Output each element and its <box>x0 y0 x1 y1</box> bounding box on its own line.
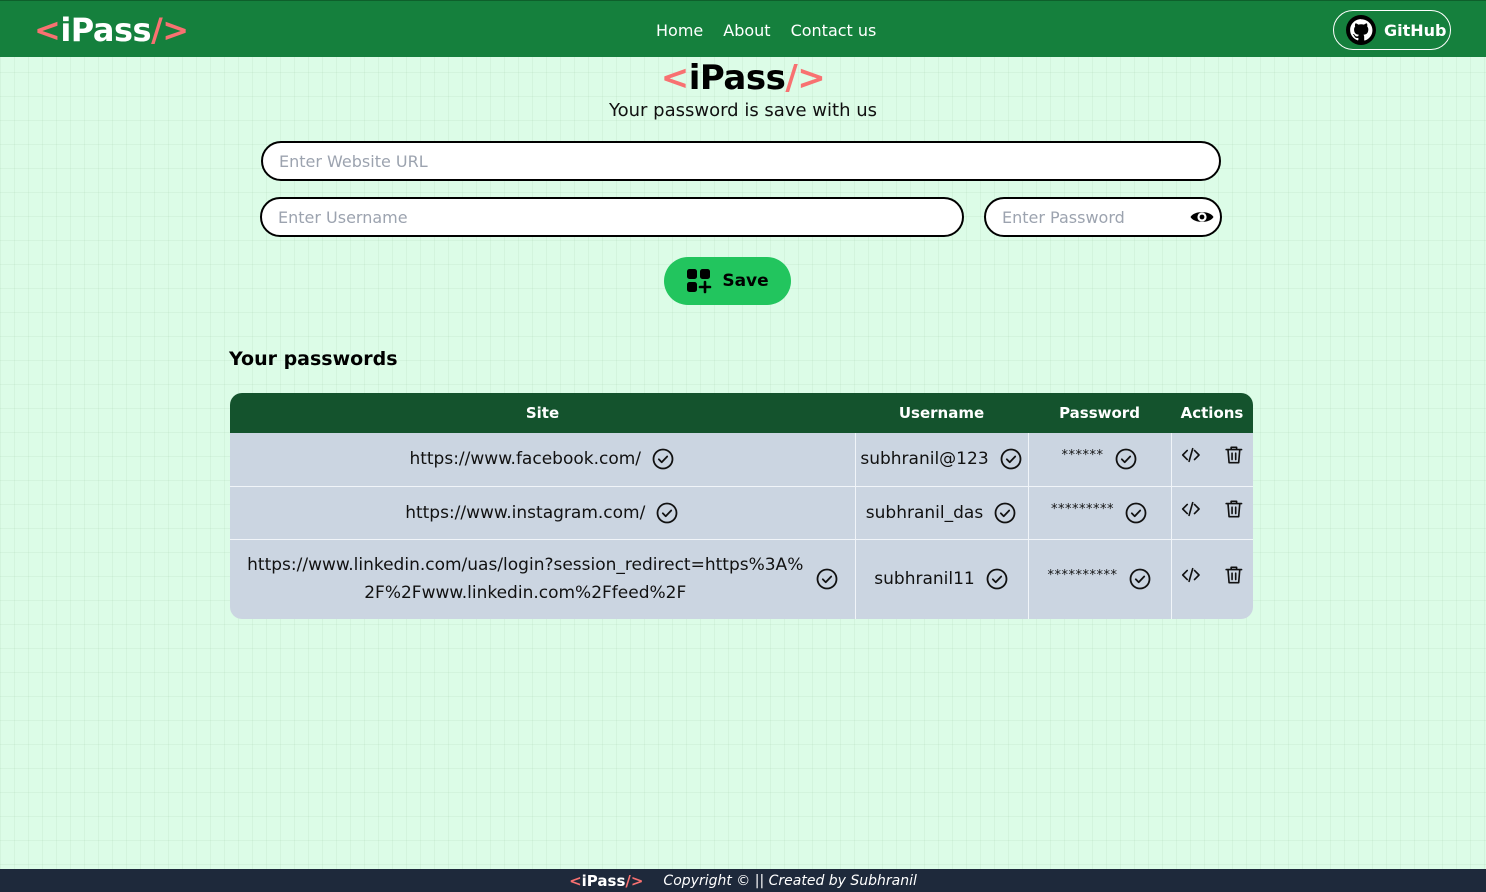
footer-copyright: Copyright © || Created by Subhranil <box>663 872 917 889</box>
nav-logo[interactable]: <iPass/> <box>34 11 189 49</box>
username-text: subhranil@123 <box>860 449 989 470</box>
check-circle-icon[interactable] <box>1128 567 1152 591</box>
trash-icon[interactable] <box>1223 497 1245 521</box>
tagline: Your password is save with us <box>609 100 877 121</box>
add-grid-icon <box>687 269 712 294</box>
github-button[interactable]: GitHub <box>1333 10 1451 50</box>
table-row: https://www.instagram.com/ subhranil_das… <box>230 486 1253 540</box>
check-circle-icon[interactable] <box>985 567 1009 591</box>
save-label: Save <box>722 271 769 291</box>
site-cell: https://www.facebook.com/ <box>230 433 856 487</box>
username-cell: subhranil11 <box>855 539 1029 619</box>
password-text: ****** <box>1061 448 1104 464</box>
hero-logo-open: < <box>660 58 690 98</box>
logo-close-bracket: /> <box>151 11 189 49</box>
footer-logo-text: iPass <box>581 871 626 890</box>
actions-cell <box>1171 486 1253 540</box>
check-circle-icon[interactable] <box>655 501 679 525</box>
save-button[interactable]: Save <box>664 257 791 305</box>
footer: <iPass/> Copyright © || Created by Subhr… <box>0 869 1486 892</box>
github-icon <box>1346 15 1376 45</box>
username-text: subhranil11 <box>874 569 975 590</box>
logo-text: iPass <box>60 11 152 49</box>
nav-link-about[interactable]: About <box>723 21 770 40</box>
password-text: ********* <box>1051 501 1114 517</box>
footer-logo-open: < <box>569 871 582 890</box>
header-actions: Actions <box>1180 404 1244 422</box>
actions-cell <box>1171 539 1253 619</box>
password-cell: ****** <box>1028 433 1172 487</box>
nav-link-contact[interactable]: Contact us <box>791 21 877 40</box>
code-icon[interactable] <box>1180 443 1202 467</box>
eye-icon[interactable] <box>1189 205 1215 229</box>
passwords-title: Your passwords <box>229 348 398 370</box>
website-url-input[interactable] <box>261 141 1221 181</box>
hero-logo: <iPass/> <box>0 58 1486 98</box>
header-username: Username <box>898 404 985 422</box>
table-row: https://www.facebook.com/ subhranil@123 … <box>230 433 1253 487</box>
header-site: Site <box>525 404 560 422</box>
username-cell: subhranil@123 <box>855 433 1029 487</box>
username-cell: subhranil_das <box>855 486 1029 540</box>
site-link[interactable]: https://www.facebook.com/ <box>409 445 641 473</box>
site-cell: https://www.instagram.com/ <box>230 486 856 540</box>
check-circle-icon[interactable] <box>651 447 675 471</box>
code-icon[interactable] <box>1180 563 1202 587</box>
check-circle-icon[interactable] <box>1124 501 1148 525</box>
check-circle-icon[interactable] <box>815 567 839 591</box>
nav-links: Home About Contact us <box>656 21 876 40</box>
hero-logo-close: /> <box>785 58 826 98</box>
check-circle-icon[interactable] <box>1114 447 1138 471</box>
logo-open-bracket: < <box>34 11 61 49</box>
password-input[interactable] <box>984 197 1222 237</box>
username-input[interactable] <box>260 197 964 237</box>
table-row: https://www.linkedin.com/uas/login?sessi… <box>230 539 1253 619</box>
password-cell: ********** <box>1028 539 1172 619</box>
site-link[interactable]: https://www.linkedin.com/uas/login?sessi… <box>245 551 805 607</box>
github-label: GitHub <box>1384 20 1447 40</box>
check-circle-icon[interactable] <box>993 501 1017 525</box>
trash-icon[interactable] <box>1223 563 1245 587</box>
nav-link-home[interactable]: Home <box>656 21 703 40</box>
site-link[interactable]: https://www.instagram.com/ <box>405 499 645 527</box>
code-icon[interactable] <box>1180 497 1202 521</box>
footer-logo-close: /> <box>625 871 644 890</box>
passwords-table: Site Username Password Actions https://w… <box>230 393 1253 619</box>
username-text: subhranil_das <box>865 502 984 523</box>
password-cell: ********* <box>1028 486 1172 540</box>
site-cell: https://www.linkedin.com/uas/login?sessi… <box>230 539 856 619</box>
navbar: <iPass/> Home About Contact us GitHub <box>0 0 1486 57</box>
trash-icon[interactable] <box>1223 443 1245 467</box>
table-header-row: Site Username Password Actions <box>230 393 1253 433</box>
footer-logo: <iPass/> <box>569 872 643 890</box>
check-circle-icon[interactable] <box>999 447 1023 471</box>
hero-logo-text: iPass <box>688 58 786 98</box>
header-password: Password <box>1059 404 1140 422</box>
actions-cell <box>1171 433 1253 487</box>
password-text: ********** <box>1047 568 1118 584</box>
